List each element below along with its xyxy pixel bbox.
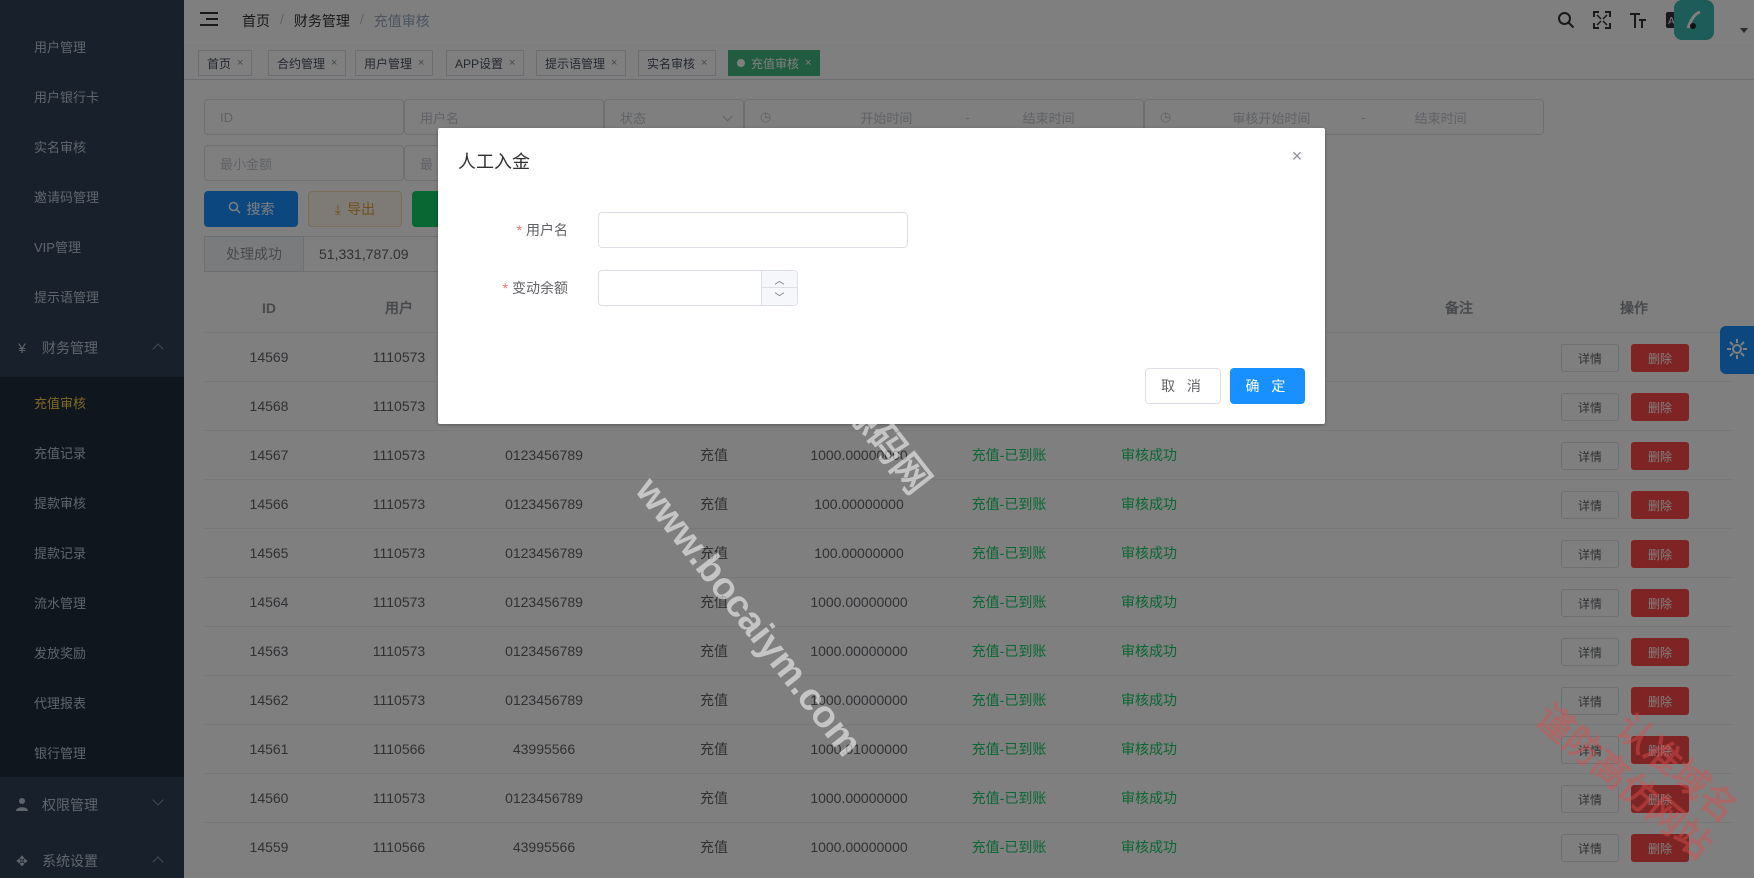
dialog-title: 人工入金 — [458, 152, 530, 172]
confirm-button[interactable]: 确 定 — [1230, 368, 1305, 404]
label-text: 变动余额 — [512, 280, 568, 296]
manual-deposit-dialog: 人工入金 × * 用户名 * 变动余额 ︿ ﹀ 取 消 确 定 — [438, 128, 1325, 424]
cancel-button[interactable]: 取 消 — [1145, 368, 1221, 404]
stepper-increase-icon[interactable]: ︿ — [761, 271, 797, 288]
required-mark: * — [516, 222, 522, 238]
amount-label: * 变动余额 — [438, 278, 568, 298]
username-label: * 用户名 — [438, 220, 568, 240]
amount-stepper[interactable]: ︿ ﹀ — [598, 270, 798, 306]
required-mark: * — [502, 280, 508, 296]
username-field[interactable] — [598, 212, 908, 248]
close-icon[interactable]: × — [1289, 147, 1305, 165]
label-text: 用户名 — [526, 222, 568, 238]
stepper-decrease-icon[interactable]: ﹀ — [761, 288, 797, 305]
